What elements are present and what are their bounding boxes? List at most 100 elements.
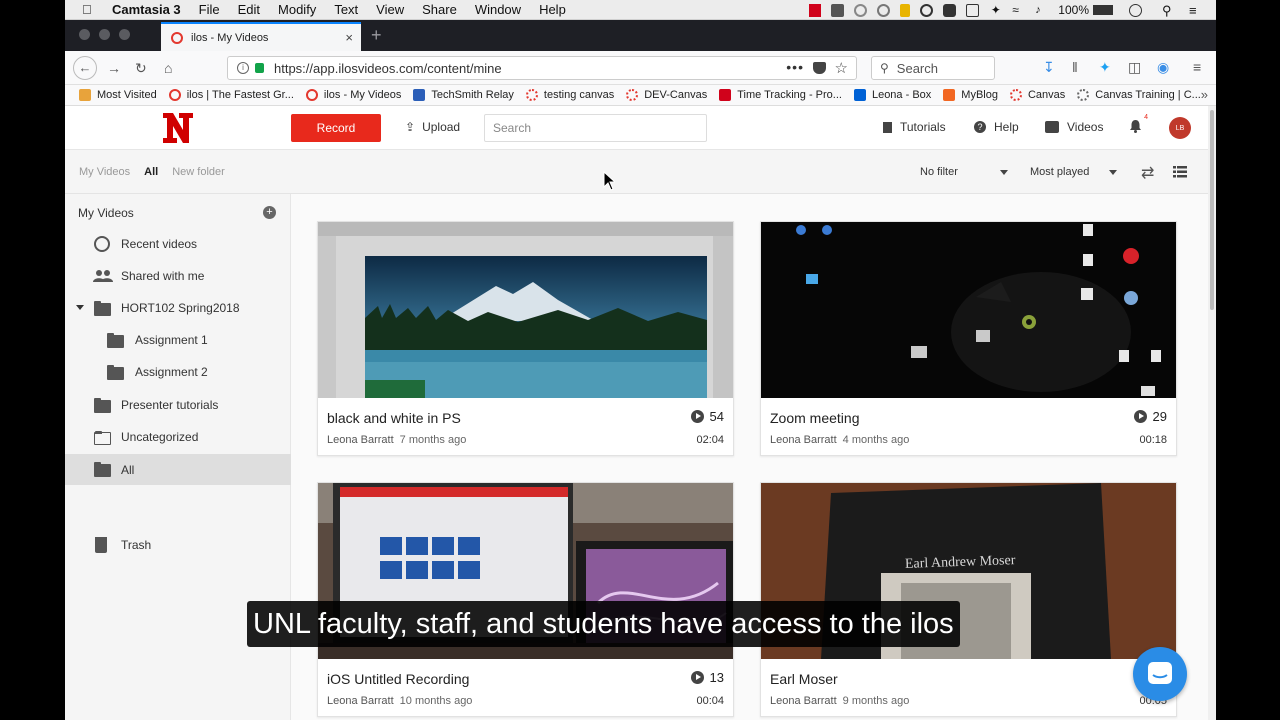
videos-link[interactable]: Videos: [1045, 120, 1103, 134]
breadcrumb-all[interactable]: All: [144, 166, 158, 178]
sidebar-item-presenter-tutorials[interactable]: Presenter tutorials: [65, 390, 291, 420]
bookmark-star-icon[interactable]: ☆: [835, 59, 848, 77]
vpn-icon[interactable]: [877, 3, 891, 17]
video-card[interactable]: Zoom meeting 29 Leona Barratt 4 months ag…: [760, 221, 1177, 456]
chat-launcher-button[interactable]: [1133, 647, 1187, 701]
sidebar-item-trash[interactable]: Trash: [65, 530, 291, 560]
chevron-down-icon[interactable]: [1109, 170, 1117, 175]
tab-close-icon[interactable]: ×: [345, 30, 353, 45]
video-title[interactable]: black and white in PS: [327, 410, 461, 426]
menu-text[interactable]: Text: [334, 2, 358, 17]
record-button[interactable]: Record: [291, 114, 381, 142]
url-bar[interactable]: i https://app.ilosvideos.com/content/min…: [227, 56, 857, 80]
sidebar-item-assignment-2[interactable]: Assignment 2: [65, 357, 291, 387]
page-actions-icon[interactable]: •••: [786, 59, 804, 75]
sidebar-item-assignment-1[interactable]: Assignment 1: [65, 325, 291, 355]
norton-icon[interactable]: [900, 3, 911, 17]
notification-center-icon[interactable]: ≡: [1189, 4, 1202, 17]
library-icon[interactable]: ‖: [1072, 59, 1078, 75]
sidebar-item-recent-videos[interactable]: Recent videos: [65, 229, 291, 259]
video-thumbnail[interactable]: [761, 222, 1176, 398]
scrollbar-thumb[interactable]: [1210, 110, 1214, 310]
menu-window[interactable]: Window: [475, 2, 521, 17]
reload-icon[interactable]: ↻: [135, 60, 147, 77]
menu-view[interactable]: View: [376, 2, 404, 17]
url-text[interactable]: https://app.ilosvideos.com/content/mine: [274, 61, 502, 76]
bookmark-item[interactable]: ilos | The Fastest Gr...: [168, 89, 294, 101]
camera-icon[interactable]: [831, 3, 845, 17]
menu-file[interactable]: File: [199, 2, 220, 17]
bookmark-item[interactable]: Most Visited: [79, 89, 157, 101]
menu-help[interactable]: Help: [539, 2, 566, 17]
airplay-icon[interactable]: [966, 3, 980, 17]
page-scrollbar[interactable]: [1208, 106, 1216, 720]
sidebar-item-uncategorized[interactable]: Uncategorized: [65, 422, 291, 452]
video-title[interactable]: Zoom meeting: [770, 410, 859, 426]
bookmark-item[interactable]: Leona - Box: [853, 89, 931, 101]
window-zoom-button[interactable]: [119, 29, 130, 40]
refresh-icon[interactable]: ⇄: [1141, 163, 1154, 183]
video-title[interactable]: iOS Untitled Recording: [327, 671, 469, 687]
pocket-icon[interactable]: [813, 62, 826, 74]
spotlight-icon[interactable]: ⚲: [1162, 4, 1175, 17]
forward-icon[interactable]: →: [107, 60, 121, 76]
chevron-down-icon[interactable]: [1000, 170, 1008, 175]
menubar-app-name[interactable]: Camtasia 3: [112, 2, 181, 17]
new-tab-icon[interactable]: +: [371, 25, 382, 46]
bookmark-item[interactable]: ilos - My Videos: [305, 89, 401, 101]
bluetooth-icon[interactable]: ✦: [989, 3, 1002, 17]
video-thumbnail[interactable]: [318, 222, 733, 398]
downloads-icon[interactable]: ↧: [1043, 59, 1055, 76]
browser-search-input[interactable]: ⚲ Search: [871, 56, 995, 80]
user-avatar[interactable]: LB: [1169, 117, 1191, 139]
target-icon[interactable]: [920, 3, 934, 17]
expand-triangle-icon[interactable]: [76, 305, 84, 310]
clock-icon[interactable]: [1129, 3, 1142, 17]
bookmark-item[interactable]: Canvas Training | C...: [1077, 89, 1201, 101]
menu-modify[interactable]: Modify: [278, 2, 316, 17]
window-close-button[interactable]: [79, 29, 90, 40]
extension-icon[interactable]: ◉: [1157, 59, 1169, 76]
apple-icon[interactable]: : [82, 2, 100, 17]
home-icon[interactable]: ⌂: [164, 60, 172, 76]
upload-button[interactable]: ⇪ Upload: [405, 120, 460, 134]
bookmark-item[interactable]: Canvas: [1009, 89, 1065, 101]
video-search-input[interactable]: Search: [484, 114, 707, 142]
site-info-icon[interactable]: i: [237, 62, 249, 74]
notifications-bell-icon[interactable]: 4: [1129, 114, 1148, 133]
sync-icon[interactable]: [854, 3, 868, 17]
add-folder-icon[interactable]: +: [263, 206, 276, 219]
sidebar-header[interactable]: My Videos: [78, 206, 134, 220]
sidebar-item-shared-with-me[interactable]: Shared with me: [65, 261, 291, 291]
video-title[interactable]: Earl Moser: [770, 671, 838, 687]
video-card[interactable]: iOS Untitled Recording 13 Leona Barratt 1…: [317, 482, 734, 717]
breadcrumb-new-folder[interactable]: New folder: [172, 166, 225, 178]
tutorials-link[interactable]: Tutorials: [883, 120, 946, 134]
malwarebytes-icon[interactable]: [943, 3, 957, 17]
bookmark-item[interactable]: Time Tracking - Pro...: [719, 89, 842, 101]
window-minimize-button[interactable]: [99, 29, 110, 40]
list-view-icon[interactable]: [1173, 166, 1187, 178]
video-card[interactable]: black and white in PS 54 Leona Barratt 7 …: [317, 221, 734, 456]
back-icon[interactable]: ←: [73, 56, 97, 80]
twitter-icon[interactable]: ✦: [1099, 59, 1111, 76]
sidebar-item-all[interactable]: All: [65, 454, 291, 485]
menu-share[interactable]: Share: [422, 2, 457, 17]
bookmark-item[interactable]: MyBlog: [943, 89, 998, 101]
wifi-icon[interactable]: ≈: [1012, 3, 1025, 17]
video-card[interactable]: Earl Andrew Moser Earl Moser Leona Barra…: [760, 482, 1177, 717]
bookmark-item[interactable]: DEV-Canvas: [626, 89, 707, 101]
tab-ilos-my-videos[interactable]: ilos - My Videos ×: [161, 22, 361, 51]
nebraska-logo-icon[interactable]: [161, 110, 195, 146]
filter-select[interactable]: No filter: [920, 166, 958, 178]
breadcrumb-my-videos[interactable]: My Videos: [79, 166, 130, 178]
hamburger-menu-icon[interactable]: ≡: [1193, 59, 1201, 75]
record-status-icon[interactable]: [809, 3, 822, 17]
bookmarks-overflow-icon[interactable]: »: [1201, 87, 1208, 102]
sidebar-icon[interactable]: ◫: [1128, 59, 1141, 76]
help-link[interactable]: ? Help: [974, 120, 1019, 134]
menu-edit[interactable]: Edit: [238, 2, 260, 17]
bookmark-item[interactable]: TechSmith Relay: [413, 89, 514, 101]
sidebar-item-hort102[interactable]: HORT102 Spring2018: [65, 293, 291, 323]
sort-select[interactable]: Most played: [1030, 166, 1089, 178]
